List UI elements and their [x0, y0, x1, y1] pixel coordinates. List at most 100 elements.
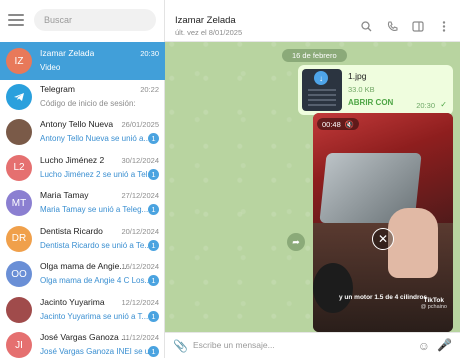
- chat-name: Telegram: [40, 83, 75, 94]
- chat-info: Izamar Zelada 20:30 Video: [40, 46, 165, 76]
- chat-preview: Maria Tamay se unió a Teleg...: [40, 205, 149, 214]
- chat-preview: Código de inicio de sesión:: [40, 98, 136, 108]
- chat-item[interactable]: Antony Tello Nueva 26/01/2025 Antony Tello…: [0, 113, 165, 151]
- file-thumbnail[interactable]: ↓: [302, 69, 342, 111]
- sidebar-top: Buscar: [0, 0, 164, 40]
- avatar: IZ: [6, 48, 32, 74]
- file-name: 1.jpg: [348, 71, 367, 81]
- avatar: MT: [6, 190, 32, 216]
- forward-icon[interactable]: ➦: [287, 233, 305, 251]
- attach-icon[interactable]: 📎: [173, 339, 188, 353]
- chat-info: Telegram 20:22 Código de inicio de sesión:: [40, 82, 165, 112]
- unread-badge: 1: [148, 168, 159, 180]
- chat-preview: Dentista Ricardo se unió a Te...: [40, 240, 150, 250]
- chat-item[interactable]: MT Maria Tamay 27/12/2024 Maria Tamay se un…: [0, 184, 165, 222]
- chat-time: 11/12/2024: [122, 333, 159, 342]
- message-input[interactable]: Escribe un mensaje...: [193, 340, 275, 350]
- chat-item[interactable]: DR Dentista Ricardo 20/12/2024 Dentista Ric…: [0, 220, 165, 258]
- tiktok-logo-text: TikTok: [423, 297, 444, 304]
- chat-name: Olga mama de Angie...: [40, 261, 127, 271]
- unread-badge: 1: [148, 346, 159, 357]
- phone-icon[interactable]: [386, 20, 398, 32]
- chat-area: Izamar Zelada últ. vez el 8/01/2025 16 d…: [165, 0, 460, 358]
- chat-info: Maria Tamay 27/12/2024 Maria Tamay se unió…: [40, 188, 165, 218]
- chat-info: Olga mama de Angie... 16/12/2024 Olga mama…: [40, 259, 165, 289]
- chat-preview: Olga mama de Angie 4 C Los...: [40, 276, 150, 285]
- chat-preview: Video: [40, 63, 61, 72]
- chat-item[interactable]: Jacinto Yuyarima 12/12/2024 Jacinto Yuyari…: [0, 291, 165, 329]
- close-video-icon[interactable]: ✕: [372, 228, 394, 250]
- emoji-icon[interactable]: ☺: [418, 339, 430, 353]
- download-icon[interactable]: ↓: [314, 71, 328, 85]
- chat-time: 12/12/2024: [121, 297, 159, 307]
- video-message[interactable]: 00:48 🔇 ✕ y un motor 1.5 de 4 cilindros …: [313, 113, 453, 332]
- date-separator: 16 de febrero: [282, 49, 347, 62]
- chat-header[interactable]: Izamar Zelada últ. vez el 8/01/2025: [165, 0, 460, 42]
- chat-name: José Vargas Ganoza ...: [40, 332, 129, 342]
- sidebar-toggle-icon[interactable]: [412, 20, 424, 32]
- chat-item[interactable]: Telegram 20:22 Código de inicio de sesión:: [0, 78, 165, 116]
- avatar: OO: [6, 261, 32, 287]
- search-placeholder: Buscar: [44, 15, 73, 25]
- tiktok-watermark: TikTok @ pchaino: [421, 297, 447, 310]
- chat-name: Lucho Jiménez 2: [40, 154, 105, 165]
- video-tire: [313, 263, 353, 313]
- chat-preview: Lucho Jiménez 2 se unió a Tel...: [40, 169, 150, 179]
- mute-icon[interactable]: 🔇: [345, 120, 354, 129]
- chat-time: 30/12/2024: [121, 155, 159, 165]
- last-seen-status: últ. vez el 8/01/2025: [175, 28, 243, 37]
- chat-time: 20:30: [140, 49, 159, 58]
- chat-name: Maria Tamay: [40, 190, 89, 200]
- chat-time: 20/12/2024: [121, 226, 159, 236]
- sidebar: Buscar IZ Izamar Zelada 20:30 Video Telegram…: [0, 0, 165, 358]
- avatar: DR: [6, 225, 32, 252]
- more-options-icon[interactable]: [438, 20, 450, 32]
- chat-name: Antony Tello Nueva: [40, 119, 114, 129]
- chat-item[interactable]: L2 Lucho Jiménez 2 30/12/2024 Lucho Jiménez…: [0, 149, 165, 187]
- chat-item[interactable]: IZ Izamar Zelada 20:30 Video: [0, 42, 165, 80]
- search-icon[interactable]: [360, 20, 372, 32]
- search-input[interactable]: Buscar: [34, 9, 156, 31]
- message-time: 20:30: [416, 101, 435, 110]
- chat-name: Dentista Ricardo: [40, 225, 103, 236]
- menu-icon[interactable]: [8, 14, 24, 26]
- chat-info: José Vargas Ganoza ... 11/12/2024 José Var…: [40, 330, 165, 360]
- chat-preview: Jacinto Yuyarima se unió a T...: [40, 311, 149, 321]
- avatar: [6, 119, 32, 145]
- chat-name: Jacinto Yuyarima: [40, 296, 105, 307]
- chat-item[interactable]: OO Olga mama de Angie... 16/12/2024 Olga ma…: [0, 255, 165, 293]
- chat-info: Lucho Jiménez 2 30/12/2024 Lucho Jiménez 2…: [40, 153, 165, 183]
- unread-badge: 1: [148, 239, 159, 251]
- avatar: [6, 296, 32, 323]
- avatar: L2: [6, 154, 32, 181]
- chat-time: 20:22: [140, 84, 159, 94]
- open-with-button[interactable]: ABRIR CON: [348, 98, 393, 107]
- avatar: JI: [6, 332, 32, 358]
- unread-badge: 1: [148, 204, 159, 215]
- chat-info: Dentista Ricardo 20/12/2024 Dentista Ricar…: [40, 224, 165, 254]
- video-caption: y un motor 1.5 de 4 cilindros: [339, 294, 428, 301]
- file-message[interactable]: ↓ 1.jpg 33.0 KB ABRIR CON 20:30 ✓: [298, 65, 453, 115]
- video-hand: [388, 208, 438, 278]
- tiktok-handle: @ pchaino: [420, 304, 447, 310]
- header-actions: [360, 20, 450, 32]
- chat-time: 27/12/2024: [121, 191, 159, 200]
- chat-preview: José Vargas Ganoza INEI se u...: [40, 347, 150, 356]
- chat-title: Izamar Zelada: [175, 15, 236, 26]
- chat-preview: Antony Tello Nueva se unió a...: [40, 134, 150, 143]
- message-composer: 📎 Escribe un mensaje... ☺ 🎤: [165, 332, 460, 358]
- video-duration-text: 00:48: [322, 119, 341, 129]
- telegram-logo-icon: [6, 83, 32, 110]
- chat-info: Antony Tello Nueva 26/01/2025 Antony Tello…: [40, 117, 165, 147]
- video-duration: 00:48 🔇: [317, 118, 360, 130]
- unread-badge: 1: [148, 310, 159, 322]
- microphone-icon[interactable]: 🎤: [437, 338, 452, 352]
- chat-info: Jacinto Yuyarima 12/12/2024 Jacinto Yuyari…: [40, 295, 165, 325]
- unread-badge: 1: [148, 133, 159, 144]
- unread-badge: 1: [148, 275, 159, 286]
- chat-name: Izamar Zelada: [40, 48, 95, 58]
- file-size: 33.0 KB: [348, 85, 375, 94]
- chat-item[interactable]: JI José Vargas Ganoza ... 11/12/2024 José V…: [0, 326, 165, 364]
- chat-time: 26/01/2025: [121, 120, 159, 129]
- chat-time: 16/12/2024: [121, 262, 159, 271]
